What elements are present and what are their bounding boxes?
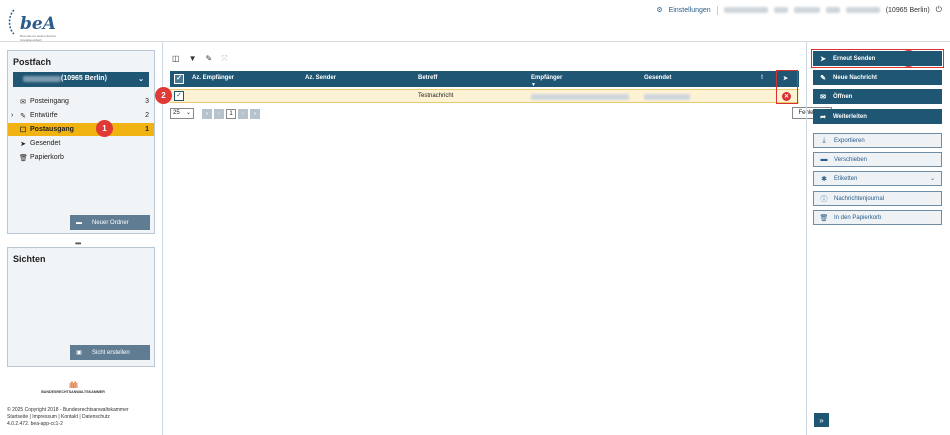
expand-panel-button[interactable]: » bbox=[814, 413, 829, 427]
brak-logo: ıllıllı BUNDESRECHTSANWALTSKAMMER bbox=[38, 380, 108, 394]
forward-button[interactable]: ➦ Weiterleiten bbox=[813, 109, 942, 124]
next-page-button[interactable]: › bbox=[238, 108, 248, 119]
power-icon[interactable]: ⏻ bbox=[936, 5, 942, 15]
forward-icon: ➦ bbox=[820, 113, 826, 121]
page-size-select[interactable]: 25 ⌄ bbox=[170, 108, 194, 119]
top-bar: beA Besonderes elektronisches Anwaltspos… bbox=[0, 0, 950, 42]
col-empfaenger[interactable]: Empfänger bbox=[531, 75, 562, 81]
list-toolbar: ◫ ▼ ✎ ⤧ bbox=[172, 54, 228, 64]
col-az-sender[interactable]: Az. Sender bbox=[305, 75, 336, 81]
chevron-down-icon: ⌄ bbox=[929, 176, 935, 182]
current-page[interactable]: 1 bbox=[226, 108, 236, 119]
folder-label: Posteingang bbox=[30, 98, 69, 105]
chevron-down-icon: ⌄ bbox=[138, 76, 144, 83]
journal-button[interactable]: ⓘ Nachrichtenjournal bbox=[813, 191, 942, 206]
last-page-button[interactable]: » bbox=[250, 108, 260, 119]
folder-label: Postausgang bbox=[30, 126, 74, 133]
folder-papierkorb[interactable]: 🗑 Papierkorb bbox=[8, 151, 154, 164]
header-account-label: (10965 Berlin) bbox=[885, 6, 930, 14]
folder-count: 3 bbox=[145, 98, 149, 105]
pencil-icon[interactable]: ✎ bbox=[205, 54, 212, 64]
row-subject: Testnachricht bbox=[418, 93, 454, 99]
folder-label: Entwürfe bbox=[30, 112, 58, 119]
row-checkbox[interactable]: ✓ bbox=[174, 91, 184, 101]
tags-icon: ✱ bbox=[821, 175, 827, 183]
tags-button[interactable]: ✱ Etiketten ⌄ bbox=[813, 171, 942, 186]
chevron-down-icon: ⌄ bbox=[185, 110, 191, 116]
postfach-panel: Postfach (10965 Berlin) ⌄ ✉ Posteingang … bbox=[7, 50, 155, 234]
trash-icon: 🗑 bbox=[19, 154, 28, 162]
col-az-empfaenger[interactable]: Az. Empfänger bbox=[192, 75, 234, 81]
sidebar: Postfach (10965 Berlin) ⌄ ✉ Posteingang … bbox=[0, 42, 162, 435]
pagination: 25 ⌄ « ‹ 1 › » bbox=[170, 108, 260, 119]
gear-icon[interactable]: ⚙ bbox=[656, 6, 662, 14]
table-row[interactable]: ✓ Testnachricht bbox=[170, 89, 799, 103]
row-date-blurred bbox=[644, 94, 690, 100]
footer: © 2025 Copyright 2018 - Bundesrechtsanwa… bbox=[7, 407, 157, 428]
logo-subtitle: Besonderes elektronisches Anwaltspostfac… bbox=[20, 34, 57, 42]
sort-desc-icon: ▼ bbox=[531, 82, 536, 88]
header-right: ⚙ Einstellungen (10965 Berlin) ⏻ bbox=[656, 4, 942, 16]
edit-icon: ✎ bbox=[20, 112, 26, 120]
folder-entwuerfe[interactable]: › ✎ Entwürfe 2 bbox=[8, 109, 154, 122]
trash-button[interactable]: 🗑 In den Papierkorb bbox=[813, 210, 942, 225]
download-icon: ⤓ bbox=[822, 136, 826, 144]
view-icon: ▣ bbox=[76, 350, 82, 356]
folder-count: 1 bbox=[145, 126, 149, 133]
export-button[interactable]: ⤓ Exportieren bbox=[813, 133, 942, 148]
blurred-user-info bbox=[723, 7, 768, 13]
step-badge-2: 2 bbox=[155, 87, 172, 104]
pencil-icon: ✎ bbox=[820, 74, 826, 82]
folder-icon: ▬ bbox=[820, 156, 828, 163]
folder-count: 2 bbox=[145, 112, 149, 119]
postfach-title: Postfach bbox=[13, 57, 52, 67]
open-button[interactable]: ✉ Öffnen bbox=[813, 89, 942, 104]
folder-gesendet[interactable]: ➤ Gesendet bbox=[8, 137, 154, 150]
move-button[interactable]: ▬ Verschieben bbox=[813, 152, 942, 167]
error-icon[interactable]: ✕ bbox=[782, 92, 791, 101]
create-view-button[interactable]: ▣ Sicht erstellen bbox=[70, 345, 150, 360]
bea-logo[interactable]: beA Besonderes elektronisches Anwaltspos… bbox=[6, 6, 66, 42]
footer-copyright: © 2025 Copyright 2018 - Bundesrechtsanwa… bbox=[7, 407, 129, 413]
folder-posteingang[interactable]: ✉ Posteingang 3 bbox=[8, 95, 154, 108]
outbox-icon: ☐ bbox=[19, 126, 27, 134]
folder-label: Gesendet bbox=[30, 140, 61, 147]
row-recipient-blurred bbox=[531, 94, 629, 100]
inbox-icon: ✉ bbox=[20, 98, 26, 106]
trash-icon: 🗑 bbox=[819, 214, 829, 222]
chevron-right-icon[interactable]: › bbox=[11, 112, 13, 119]
columns-icon[interactable]: ◫ bbox=[172, 54, 180, 64]
col-priority[interactable]: ! bbox=[761, 75, 763, 81]
folder-icon: ▬ bbox=[76, 219, 82, 226]
new-folder-button[interactable]: ▬ Neuer Ordner bbox=[70, 215, 150, 230]
info-icon: ⓘ bbox=[820, 195, 828, 203]
envelope-icon: ✉ bbox=[820, 93, 826, 101]
sichten-title: Sichten bbox=[13, 254, 46, 264]
col-betreff[interactable]: Betreff bbox=[418, 75, 437, 81]
prev-page-button[interactable]: ‹ bbox=[214, 108, 224, 119]
settings-link[interactable]: Einstellungen bbox=[669, 7, 711, 14]
brak-bars-icon: ıllıllı bbox=[68, 380, 79, 390]
filter-icon[interactable]: ▼ bbox=[189, 54, 197, 64]
folder-postausgang[interactable]: ☐ Postausgang 1 bbox=[8, 123, 154, 136]
send-icon: ➤ bbox=[20, 140, 26, 148]
double-chevron-right-icon: » bbox=[819, 415, 824, 425]
select-all-checkbox[interactable]: ✓ bbox=[174, 74, 184, 84]
table-header: ✓ Az. Empfänger Az. Sender Betreff Empfä… bbox=[170, 71, 799, 88]
first-page-button[interactable]: « bbox=[202, 108, 212, 119]
account-selector[interactable]: (10965 Berlin) ⌄ bbox=[13, 72, 149, 87]
new-message-button[interactable]: ✎ Neue Nachricht bbox=[813, 70, 942, 85]
footer-version: 4.0.2.472. bea-app-cc1-2 bbox=[7, 421, 63, 427]
footer-links[interactable]: Startseite | Impressum | Kontakt | Daten… bbox=[7, 414, 157, 421]
resend-highlight bbox=[811, 49, 944, 68]
step-badge-1: 1 bbox=[96, 120, 113, 137]
col-gesendet[interactable]: Gesendet bbox=[644, 75, 671, 81]
account-selector-label: (10965 Berlin) bbox=[61, 75, 107, 82]
sichten-panel: Sichten ▣ Sicht erstellen bbox=[7, 247, 155, 367]
fullscreen-icon[interactable]: ⤧ bbox=[221, 54, 227, 64]
folder-label: Papierkorb bbox=[30, 154, 64, 161]
logo-text: beA bbox=[20, 14, 56, 34]
